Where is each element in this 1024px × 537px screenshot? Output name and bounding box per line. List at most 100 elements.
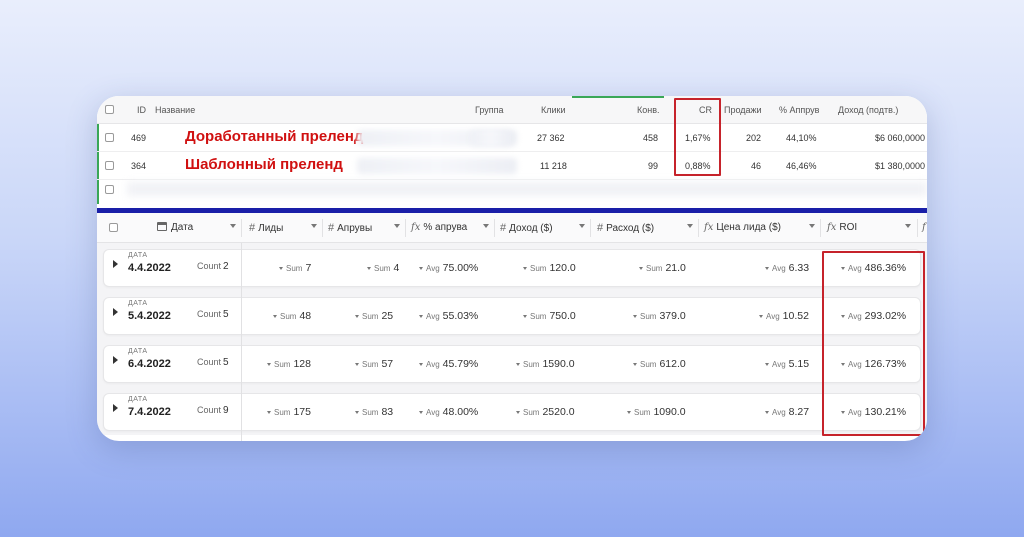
chevron-down-icon[interactable] [483,224,489,228]
agg-value: 83 [381,406,394,418]
column-roi[interactable]: fx ROI [827,222,857,233]
chevron-down-icon[interactable] [765,267,769,270]
column-roi-label: ROI [839,222,858,233]
expand-icon[interactable] [113,308,118,316]
chevron-down-icon[interactable] [516,411,520,414]
row-name[interactable]: Шаблонный преленд [185,156,343,173]
agg-value: 48 [299,310,312,322]
chevron-down-icon[interactable] [311,224,317,228]
chevron-down-icon[interactable] [267,363,271,366]
agg-label: Sum [362,408,379,417]
group-row[interactable]: ДАТА 4.4.2022 Count 2 Sum 7 Sum 4 Avg 75.00%… [97,246,927,294]
chevron-down-icon[interactable] [355,315,359,318]
chevron-down-icon[interactable] [516,363,520,366]
column-date[interactable]: Дата [157,222,193,233]
chevron-down-icon[interactable] [367,267,371,270]
agg-label: Sum [634,408,651,417]
chevron-down-icon[interactable] [355,363,359,366]
expense-cell: Sum 21.0 [639,262,686,274]
chevron-down-icon[interactable] [355,411,359,414]
table-row[interactable]: 469 Доработанный преленд 27 362 458 1,67… [97,124,927,152]
date-value: 6.4.2022 [128,358,171,370]
agg-label: Avg [772,360,786,369]
agg-label: Sum [523,360,540,369]
count-cell: Count 9 [197,405,229,416]
row-checkbox[interactable] [105,185,114,194]
expand-icon[interactable] [113,356,118,364]
formula-icon: fx [704,222,714,233]
chevron-down-icon[interactable] [639,267,643,270]
header-id[interactable]: ID [137,105,146,115]
row-name[interactable]: Доработанный преленд [185,128,363,145]
date-value: 4.4.2022 [128,262,171,274]
column-next-partial: f [922,222,927,233]
expand-icon[interactable] [113,404,118,412]
header-conv[interactable]: Конв. [637,105,660,115]
chevron-down-icon[interactable] [765,363,769,366]
agg-value: 55.03% [442,310,479,322]
chevron-down-icon[interactable] [765,411,769,414]
column-lead-price[interactable]: fx Цена лида ($) [704,222,781,233]
grid-select-all-checkbox[interactable] [109,223,118,232]
agg-value: 25 [381,310,394,322]
column-separator [917,219,918,237]
column-separator [494,219,495,237]
chevron-down-icon[interactable] [633,315,637,318]
chevron-down-icon[interactable] [809,224,815,228]
count-value: 5 [223,357,229,368]
chevron-down-icon[interactable] [633,363,637,366]
select-all-checkbox[interactable] [105,105,114,114]
agg-label: Sum [286,264,303,273]
column-approve-pct[interactable]: fx% апрува [411,222,467,233]
chevron-down-icon[interactable] [419,315,423,318]
header-income[interactable]: Доход (подтв.) [838,105,898,115]
row-checkbox[interactable] [105,133,114,142]
header-approve-pct[interactable]: % Аппрув [779,105,819,115]
chevron-down-icon[interactable] [687,224,693,228]
chevron-down-icon[interactable] [905,224,911,228]
group-row[interactable]: ДАТА 5.4.2022 Count 5 Sum 48 Sum 25 Avg 55.0… [97,294,927,342]
column-leads[interactable]: # Лиды [249,222,283,234]
group-row[interactable]: ДАТА 6.4.2022 Count 5 Sum 128 Sum 57 Avg 45.… [97,342,927,390]
column-expense[interactable]: # Расход ($) [597,222,654,234]
chevron-down-icon[interactable] [419,363,423,366]
agg-value: 120.0 [549,262,576,274]
chevron-down-icon[interactable] [230,224,236,228]
header-sales[interactable]: Продажи [724,105,762,115]
expand-icon[interactable] [113,260,118,268]
row-conv: 458 [643,133,659,143]
chevron-down-icon[interactable] [627,411,631,414]
header-group[interactable]: Группа [475,105,504,115]
column-lead-price-label: Цена лида ($) [716,222,781,233]
number-icon: # [500,222,507,234]
row-clicks: 11 218 [540,161,567,171]
column-approves[interactable]: # Апрувы [328,222,372,234]
chevron-down-icon[interactable] [273,315,277,318]
agg-label: Sum [530,312,547,321]
chevron-down-icon[interactable] [759,315,763,318]
date-label: ДАТА [128,348,148,355]
agg-label: Sum [640,360,657,369]
chevron-down-icon[interactable] [419,267,423,270]
header-name[interactable]: Название [155,105,195,115]
agg-value: 612.0 [659,358,686,370]
agg-value: 48.00% [442,406,479,418]
row-id: 469 [131,133,147,143]
chevron-down-icon[interactable] [267,411,271,414]
approve-pct-cell: Avg 48.00% [419,406,478,418]
row-checkbox[interactable] [105,161,114,170]
agg-value: 10.52 [782,310,809,322]
chevron-down-icon[interactable] [523,315,527,318]
table-row[interactable]: 364 Шаблонный преленд 11 218 99 0,88% 46… [97,152,927,180]
header-clicks[interactable]: Клики [541,105,566,115]
approves-cell: Sum 83 [355,406,393,418]
chevron-down-icon[interactable] [419,411,423,414]
chevron-down-icon[interactable] [579,224,585,228]
row-sales: 46 [751,161,762,171]
column-income[interactable]: # Доход ($) [500,222,553,234]
group-row[interactable]: ДАТА 7.4.2022 Count 9 Sum 175 Sum 83 Avg 48.… [97,390,927,438]
date-label: ДАТА [128,300,148,307]
chevron-down-icon[interactable] [523,267,527,270]
chevron-down-icon[interactable] [394,224,400,228]
chevron-down-icon[interactable] [279,267,283,270]
